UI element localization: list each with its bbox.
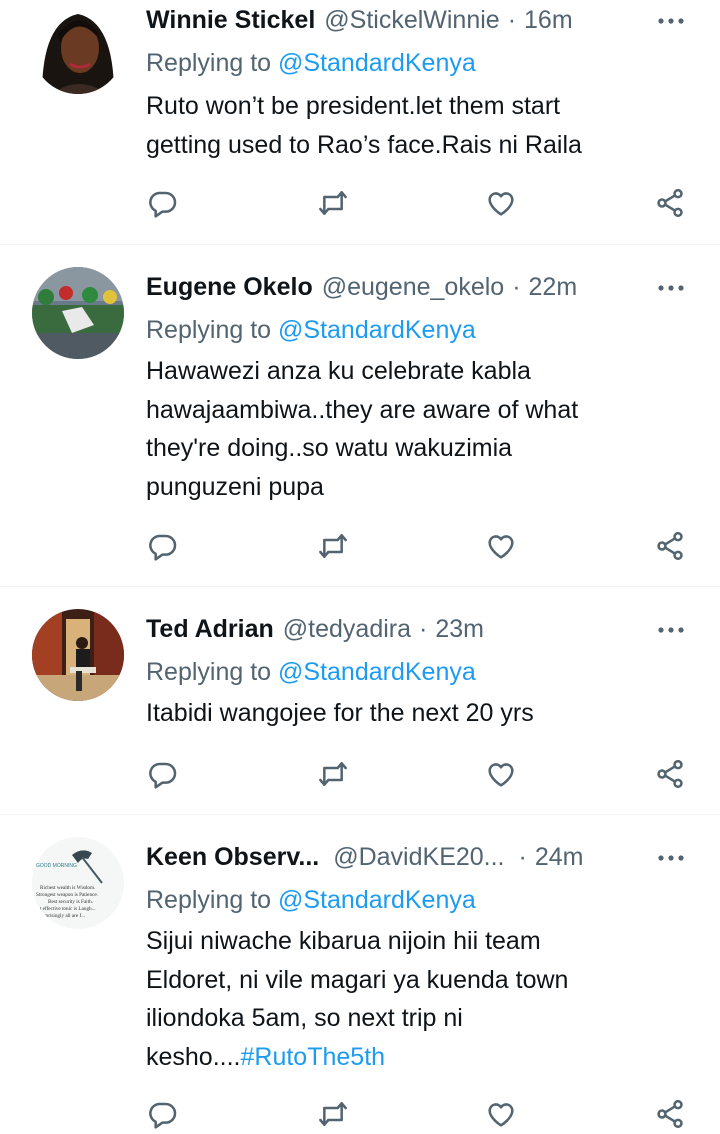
replying-to-label: Replying to <box>146 886 272 914</box>
retweet-icon[interactable] <box>313 754 353 794</box>
tweet-actions <box>0 1094 720 1134</box>
hashtag-link[interactable]: #RutoThe5th <box>241 1043 386 1071</box>
avatar[interactable] <box>32 267 124 359</box>
tweet[interactable]: Eugene Okelo @eugene_okelo · 22m Replyin… <box>0 245 720 587</box>
avatar-text: GOOD MORNING <box>36 863 77 869</box>
replying-to-label: Replying to <box>146 658 272 686</box>
more-horizontal-icon[interactable] <box>654 271 688 305</box>
tweet-text-line: Sijui niwache kibarua nijoin hii team <box>146 927 541 955</box>
tweet-text: Itabidi wangojee for the next 20 yrs <box>146 694 680 733</box>
user-handle[interactable]: @tedyadira <box>283 615 411 644</box>
tweet[interactable]: Ted Adrian @tedyadira · 23m Replying to … <box>0 587 720 815</box>
avatar-text: Richest wealth is Wisdom. <box>40 885 95 891</box>
tweet-text-line: they're doing..so watu wakuzimia <box>146 434 513 462</box>
reply-icon[interactable] <box>143 526 183 566</box>
tweet-actions <box>0 183 720 223</box>
timestamp[interactable]: 24m <box>535 843 584 872</box>
avatar-text: ...rprisingly all are f... <box>40 912 85 919</box>
mention-link[interactable]: @StandardKenya <box>278 49 476 77</box>
share-icon[interactable] <box>650 1094 690 1134</box>
separator-dot: · <box>507 5 517 34</box>
user-handle[interactable]: @eugene_okelo <box>322 273 504 302</box>
reply-icon[interactable] <box>143 1094 183 1134</box>
separator-dot: · <box>512 272 521 301</box>
retweet-icon[interactable] <box>313 1094 353 1134</box>
tweet-header: Winnie Stickel @StickelWinnie · 16m <box>146 0 660 40</box>
tweet-header: Eugene Okelo @eugene_okelo · 22m <box>146 267 660 307</box>
mention-link[interactable]: @StandardKenya <box>278 886 476 914</box>
share-icon[interactable] <box>650 754 690 794</box>
like-icon[interactable] <box>481 526 521 566</box>
separator-dot: · <box>419 614 428 643</box>
display-name[interactable]: Ted Adrian <box>146 615 274 644</box>
reply-icon[interactable] <box>143 754 183 794</box>
tweet[interactable]: Winnie Stickel @StickelWinnie · 16m Repl… <box>0 0 720 245</box>
tweet-text-line: Ruto won’t be president.let them start <box>146 92 561 120</box>
user-handle[interactable]: @DavidKE20... <box>333 843 504 872</box>
reply-icon[interactable] <box>143 183 183 223</box>
avatar[interactable]: GOOD MORNING Richest wealth is Wisdom. S… <box>32 837 124 929</box>
tweet-text: Sijui niwache kibarua nijoin hii team El… <box>146 922 680 1076</box>
user-handle[interactable]: @StickelWinnie <box>324 6 499 35</box>
avatar-text: Best security is Faith. <box>48 899 93 905</box>
separator-dot: · <box>518 842 527 871</box>
share-icon[interactable] <box>650 526 690 566</box>
like-icon[interactable] <box>481 1094 521 1134</box>
avatar[interactable] <box>32 609 124 701</box>
mention-link[interactable]: @StandardKenya <box>278 316 476 344</box>
tweet-text: Hawawezi anza ku celebrate kabla hawajaa… <box>146 352 680 506</box>
tweet-text-line: punguzeni pupa <box>146 472 324 501</box>
tweet-text-line: Eldoret, ni vile magari ya kuenda town <box>146 965 569 994</box>
timestamp[interactable]: 23m <box>435 615 484 644</box>
tweet-text-line: Itabidi wangojee for the next 20 yrs <box>146 699 534 727</box>
avatar-text: ...t effective tonic is Laugh... <box>36 905 96 912</box>
tweet-text-line: Hawawezi anza ku celebrate kabla <box>146 357 531 385</box>
replying-to-label: Replying to <box>146 49 272 77</box>
replying-to-label: Replying to <box>146 316 272 344</box>
replying-to: Replying to @StandardKenya <box>146 316 476 345</box>
mention-link[interactable]: @StandardKenya <box>278 658 476 686</box>
tweet-actions <box>0 754 720 794</box>
avatar[interactable] <box>32 2 124 94</box>
tweet-text-line: hawajaambiwa..they are aware of what <box>146 395 579 424</box>
more-horizontal-icon[interactable] <box>654 613 688 647</box>
like-icon[interactable] <box>481 183 521 223</box>
display-name[interactable]: Eugene Okelo <box>146 273 313 302</box>
retweet-icon[interactable] <box>313 526 353 566</box>
display-name[interactable]: Winnie Stickel <box>146 6 315 35</box>
tweet[interactable]: GOOD MORNING Richest wealth is Wisdom. S… <box>0 815 720 1131</box>
more-horizontal-icon[interactable] <box>654 841 688 875</box>
share-icon[interactable] <box>650 183 690 223</box>
timestamp[interactable]: 22m <box>529 273 578 302</box>
replying-to: Replying to @StandardKenya <box>146 886 476 915</box>
timestamp[interactable]: 16m <box>524 6 573 35</box>
tweet-header: Keen Observ... @DavidKE20... · 24m <box>146 837 660 877</box>
tweet-text-fragment: kesho.... <box>146 1042 241 1071</box>
retweet-icon[interactable] <box>313 183 353 223</box>
tweet-actions <box>0 526 720 566</box>
tweet-text: Ruto won’t be president.let them start g… <box>146 87 680 164</box>
display-name[interactable]: Keen Observ... <box>146 843 319 872</box>
like-icon[interactable] <box>481 754 521 794</box>
replying-to: Replying to @StandardKenya <box>146 658 476 687</box>
tweet-text-line: getting used to Rao’s face.Rais ni Raila <box>146 130 582 159</box>
tweet-header: Ted Adrian @tedyadira · 23m <box>146 609 660 649</box>
more-horizontal-icon[interactable] <box>654 4 688 38</box>
replying-to: Replying to @StandardKenya <box>146 49 476 78</box>
tweet-text-line-with-hashtag: kesho....#RutoThe5th <box>146 1038 680 1077</box>
tweet-text-line: iliondoka 5am, so next trip ni <box>146 1004 463 1032</box>
avatar-text: Strongest weapon is Patience. <box>36 892 98 898</box>
